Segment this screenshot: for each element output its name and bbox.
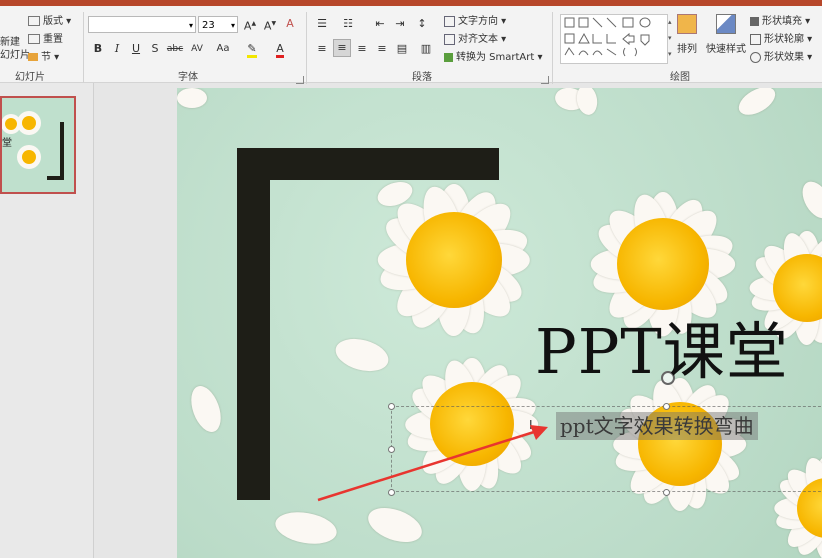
annotation-arrow: [317, 425, 548, 502]
